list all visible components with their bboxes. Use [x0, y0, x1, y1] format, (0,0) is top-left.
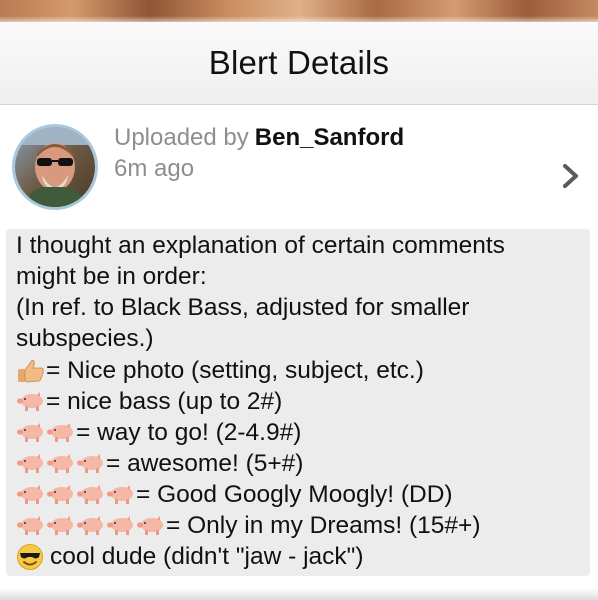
legend-row: = nice bass (up to 2#) — [16, 387, 282, 416]
legend-row: = Good Googly Moogly! (DD) — [16, 480, 453, 509]
icon-group — [16, 484, 136, 506]
pig-icon — [77, 453, 103, 473]
icon-group — [16, 515, 166, 537]
pig-icon — [47, 422, 73, 442]
pig-icon — [107, 515, 133, 535]
pig-icon — [47, 484, 73, 504]
legend-text: = awesome! (5+#) — [106, 450, 304, 477]
page-title: Blert Details — [208, 44, 390, 81]
thumbs-up-icon — [18, 359, 44, 382]
navigation-bar: Blert Details — [0, 22, 598, 105]
legend-row: = Nice photo (setting, subject, etc.) — [16, 356, 424, 385]
icon-group — [16, 357, 46, 385]
legend-text: = Nice photo (setting, subject, etc.) — [46, 357, 424, 384]
timestamp: 6m ago — [114, 155, 195, 182]
legend-row: = awesome! (5+#) — [16, 449, 303, 478]
avatar[interactable] — [12, 124, 98, 210]
icon-group — [16, 422, 76, 444]
pig-icon — [47, 453, 73, 473]
icon-group — [16, 391, 46, 413]
chevron-right-icon[interactable] — [560, 162, 582, 190]
uploader-name-link[interactable]: Ben_Sanford — [255, 124, 404, 151]
pig-icon — [47, 515, 73, 535]
uploaded-by-label: Uploaded by — [114, 124, 249, 151]
top-photo-strip — [0, 0, 598, 22]
pig-icon — [17, 515, 43, 535]
body-line: might be in order: — [16, 263, 207, 290]
body-line: subspecies.) — [16, 325, 154, 352]
avatar-photo — [15, 127, 95, 207]
legend-row: = way to go! (2-4.9#) — [16, 418, 301, 447]
body-line: (In ref. to Black Bass, adjusted for sma… — [16, 294, 470, 321]
pig-icon — [137, 515, 163, 535]
legend-text: = way to go! (2-4.9#) — [76, 419, 302, 446]
legend-row: cool dude (didn't "jaw - jack") — [16, 542, 364, 571]
pig-icon — [17, 422, 43, 442]
blert-body: I thought an explanation of certain comm… — [6, 229, 590, 576]
legend-text: = Only in my Dreams! (15#+) — [166, 512, 481, 539]
pig-icon — [77, 484, 103, 504]
uploader-line: Uploaded by Ben_Sanford — [114, 124, 404, 152]
sunglasses-face-icon — [17, 543, 43, 570]
pig-icon — [107, 484, 133, 504]
body-line: I thought an explanation of certain comm… — [16, 232, 505, 259]
bottom-edge — [0, 588, 598, 600]
pig-icon — [17, 453, 43, 473]
legend-text: = nice bass (up to 2#) — [46, 388, 283, 415]
icon-group — [16, 453, 106, 475]
pig-icon — [17, 391, 43, 411]
icon-group — [16, 543, 50, 571]
legend-text: cool dude (didn't "jaw - jack") — [50, 543, 364, 570]
legend-row: = Only in my Dreams! (15#+) — [16, 511, 481, 540]
pig-icon — [77, 515, 103, 535]
pig-icon — [17, 484, 43, 504]
legend-text: = Good Googly Moogly! (DD) — [136, 481, 453, 508]
